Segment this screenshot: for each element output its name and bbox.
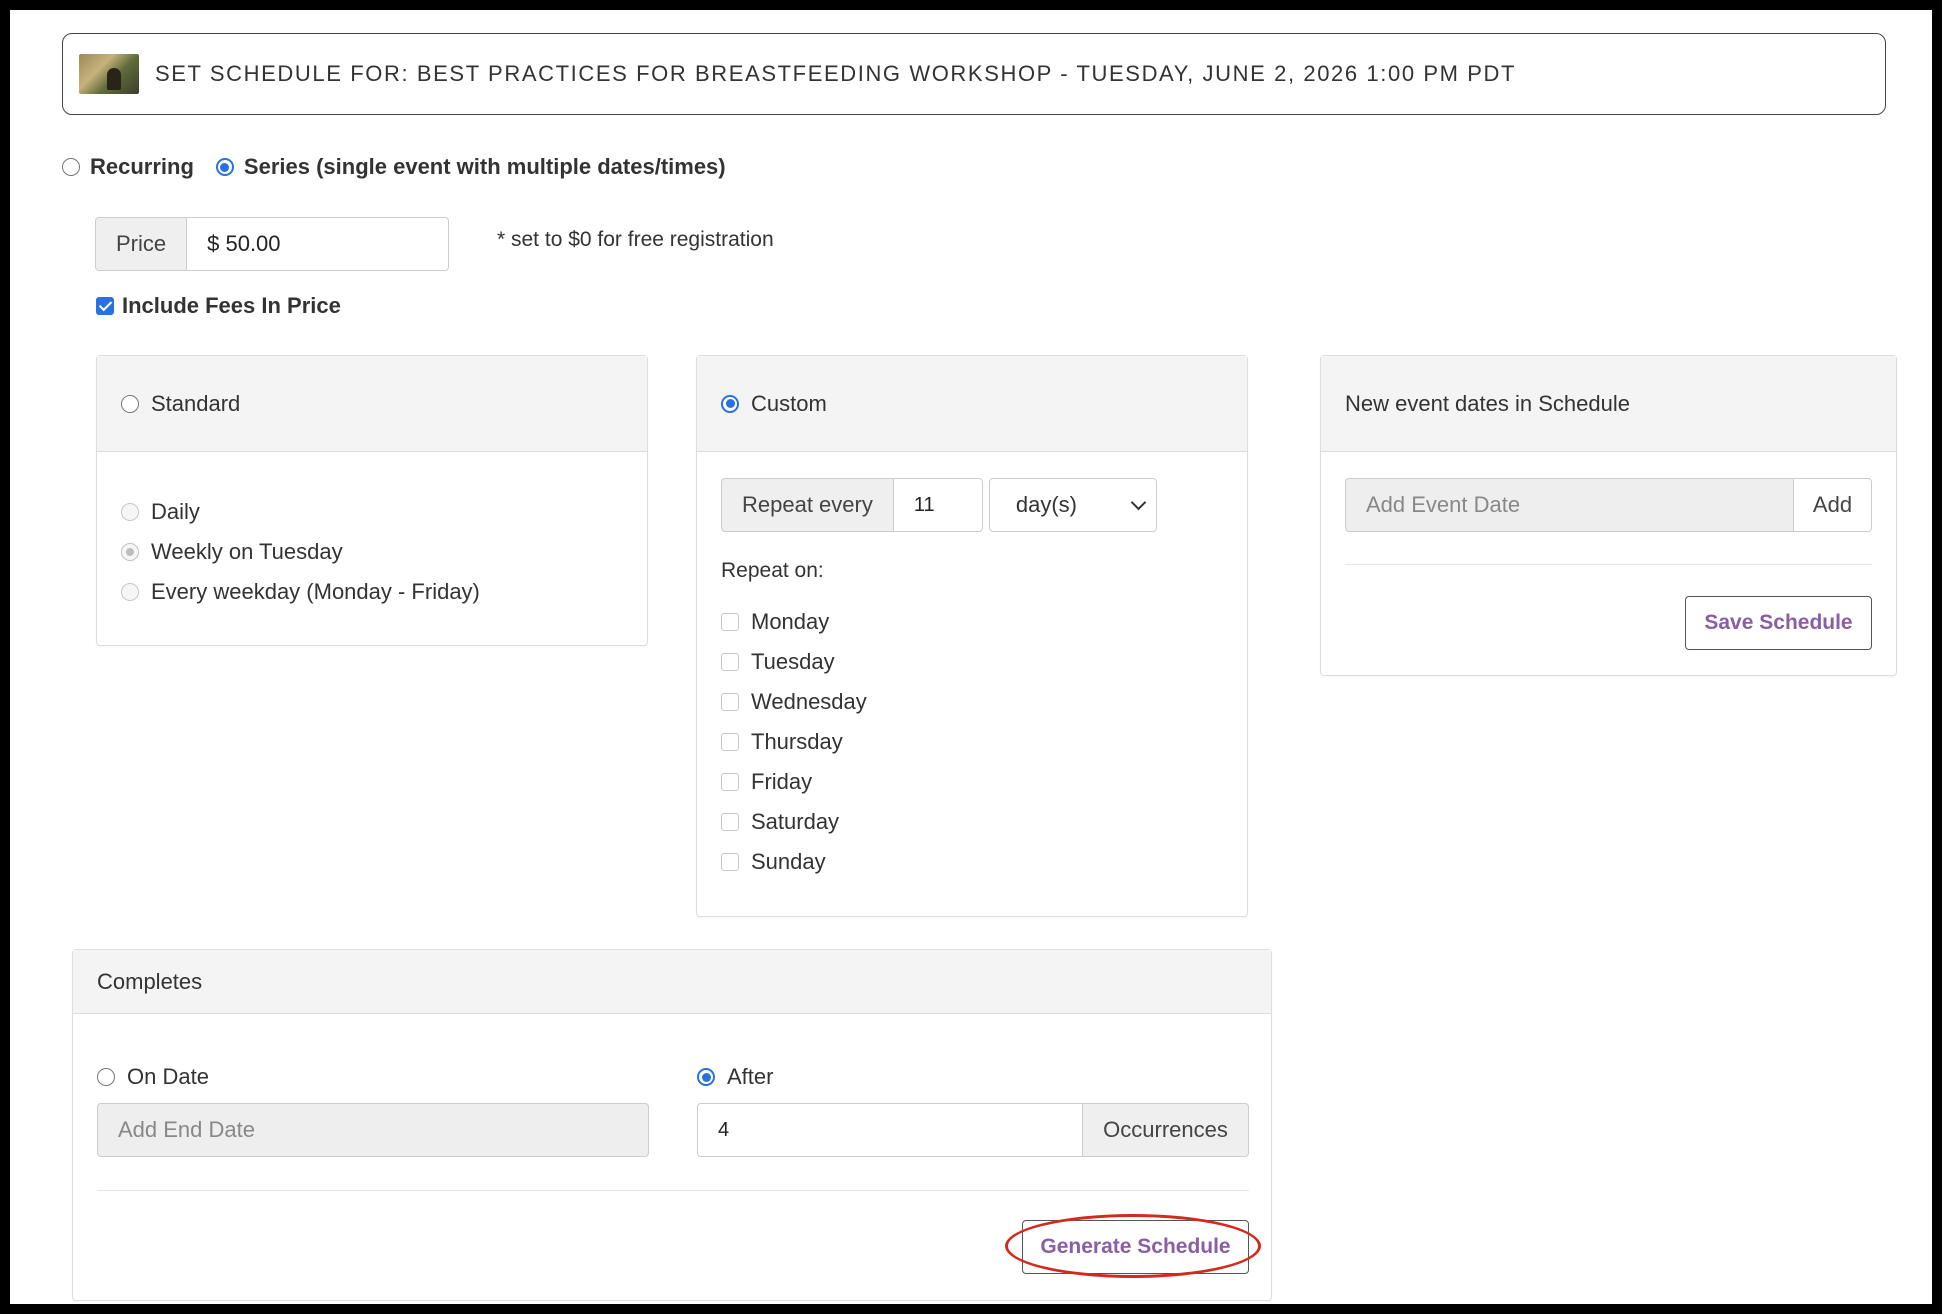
repeat-every-label: Repeat every [721,478,893,532]
monday-checkbox[interactable] [721,613,739,631]
repeat-on-label: Repeat on: [721,559,824,582]
repeat-days-list: Monday Tuesday Wednesday Thursday Friday… [721,602,867,882]
series-radio[interactable] [215,158,234,176]
sunday-label: Sunday [751,849,826,874]
event-thumbnail [79,54,139,94]
occurrences-group: 4 Occurrences [697,1103,1249,1157]
weekly-radio[interactable] [121,543,139,561]
completes-panel: Completes On Date After Add End Date 4 O… [72,949,1272,1301]
day-tuesday: Tuesday [721,642,867,682]
friday-label: Friday [751,769,813,794]
on-date-label[interactable]: On Date [127,1064,209,1090]
standard-radio[interactable] [121,394,139,413]
add-date-button[interactable]: Add [1794,478,1872,532]
completes-panel-header: Completes [73,950,1271,1014]
day-monday: Monday [721,602,867,642]
save-schedule-button[interactable]: Save Schedule [1685,596,1872,650]
occurrences-label: Occurrences [1083,1103,1249,1157]
include-fees-label[interactable]: Include Fees In Price [122,293,341,319]
occurrences-input[interactable]: 4 [697,1103,1083,1157]
day-thursday: Thursday [721,722,867,762]
on-date-radio[interactable] [97,1068,115,1086]
price-input[interactable]: $ 50.00 [187,218,448,270]
standard-panel-header: Standard [97,356,647,452]
saturday-label: Saturday [751,809,840,834]
schedule-mode-group: Recurring Series (single event with mult… [62,154,748,180]
include-fees-row: Include Fees In Price [96,293,341,319]
repeat-every-input[interactable]: 11 [892,478,983,532]
add-event-date-group: Add Event Date Add [1345,478,1872,532]
daily-radio[interactable] [121,503,139,521]
divider [97,1190,1249,1191]
repeat-unit-value: day(s) [1015,492,1077,517]
wednesday-label: Wednesday [751,689,867,714]
generate-schedule-button[interactable]: Generate Schedule [1022,1220,1249,1274]
option-weekly: Weekly on Tuesday [121,532,647,572]
tuesday-label: Tuesday [751,649,835,674]
option-weekday: Every weekday (Monday - Friday) [121,572,647,612]
on-date-option: On Date [97,1057,209,1097]
thursday-label: Thursday [751,729,843,754]
series-label[interactable]: Series (single event with multiple dates… [244,154,726,180]
saturday-checkbox[interactable] [721,813,739,831]
repeat-unit-select[interactable]: day(s) [988,478,1157,532]
wednesday-checkbox[interactable] [721,693,739,711]
price-note: * set to $0 for free registration [497,228,774,251]
standard-panel: Standard Daily Weekly on Tuesday Every w… [96,355,648,646]
friday-checkbox[interactable] [721,773,739,791]
new-dates-panel-header: New event dates in Schedule [1321,356,1896,452]
standard-options: Daily Weekly on Tuesday Every weekday (M… [97,452,647,612]
day-saturday: Saturday [721,802,867,842]
price-input-group: Price $ 50.00 [95,217,449,271]
schedule-header: SET SCHEDULE FOR: BEST PRACTICES FOR BRE… [62,33,1886,115]
price-label: Price [96,218,188,270]
new-dates-title: New event dates in Schedule [1345,390,1630,416]
day-wednesday: Wednesday [721,682,867,722]
thursday-checkbox[interactable] [721,733,739,751]
end-date-input[interactable]: Add End Date [97,1103,649,1157]
page-frame: SET SCHEDULE FOR: BEST PRACTICES FOR BRE… [10,10,1932,1304]
weekly-label: Weekly on Tuesday [151,539,343,564]
custom-panel: Custom Repeat every 11 day(s) Repeat on:… [696,355,1248,917]
page-title: SET SCHEDULE FOR: BEST PRACTICES FOR BRE… [155,61,1517,86]
new-dates-panel: New event dates in Schedule Add Event Da… [1320,355,1897,676]
after-label[interactable]: After [727,1064,773,1090]
custom-radio[interactable] [721,394,739,413]
weekday-radio[interactable] [121,583,139,601]
completes-title: Completes [97,968,203,994]
custom-label[interactable]: Custom [751,391,827,417]
recurring-radio[interactable] [62,158,80,176]
add-event-date-input[interactable]: Add Event Date [1345,478,1794,532]
daily-label: Daily [151,499,200,524]
include-fees-checkbox[interactable] [96,297,114,315]
recurring-label[interactable]: Recurring [90,154,194,180]
weekday-label: Every weekday (Monday - Friday) [151,579,480,604]
day-friday: Friday [721,762,867,802]
after-radio[interactable] [697,1068,715,1086]
standard-label[interactable]: Standard [151,391,240,417]
divider [1345,564,1872,565]
after-option: After [697,1057,773,1097]
custom-panel-header: Custom [697,356,1247,452]
option-daily: Daily [121,492,647,532]
repeat-every-group: Repeat every 11 day(s) [721,478,1157,532]
monday-label: Monday [751,609,830,634]
sunday-checkbox[interactable] [721,853,739,871]
chevron-down-icon [1130,494,1147,511]
day-sunday: Sunday [721,842,867,882]
tuesday-checkbox[interactable] [721,653,739,671]
